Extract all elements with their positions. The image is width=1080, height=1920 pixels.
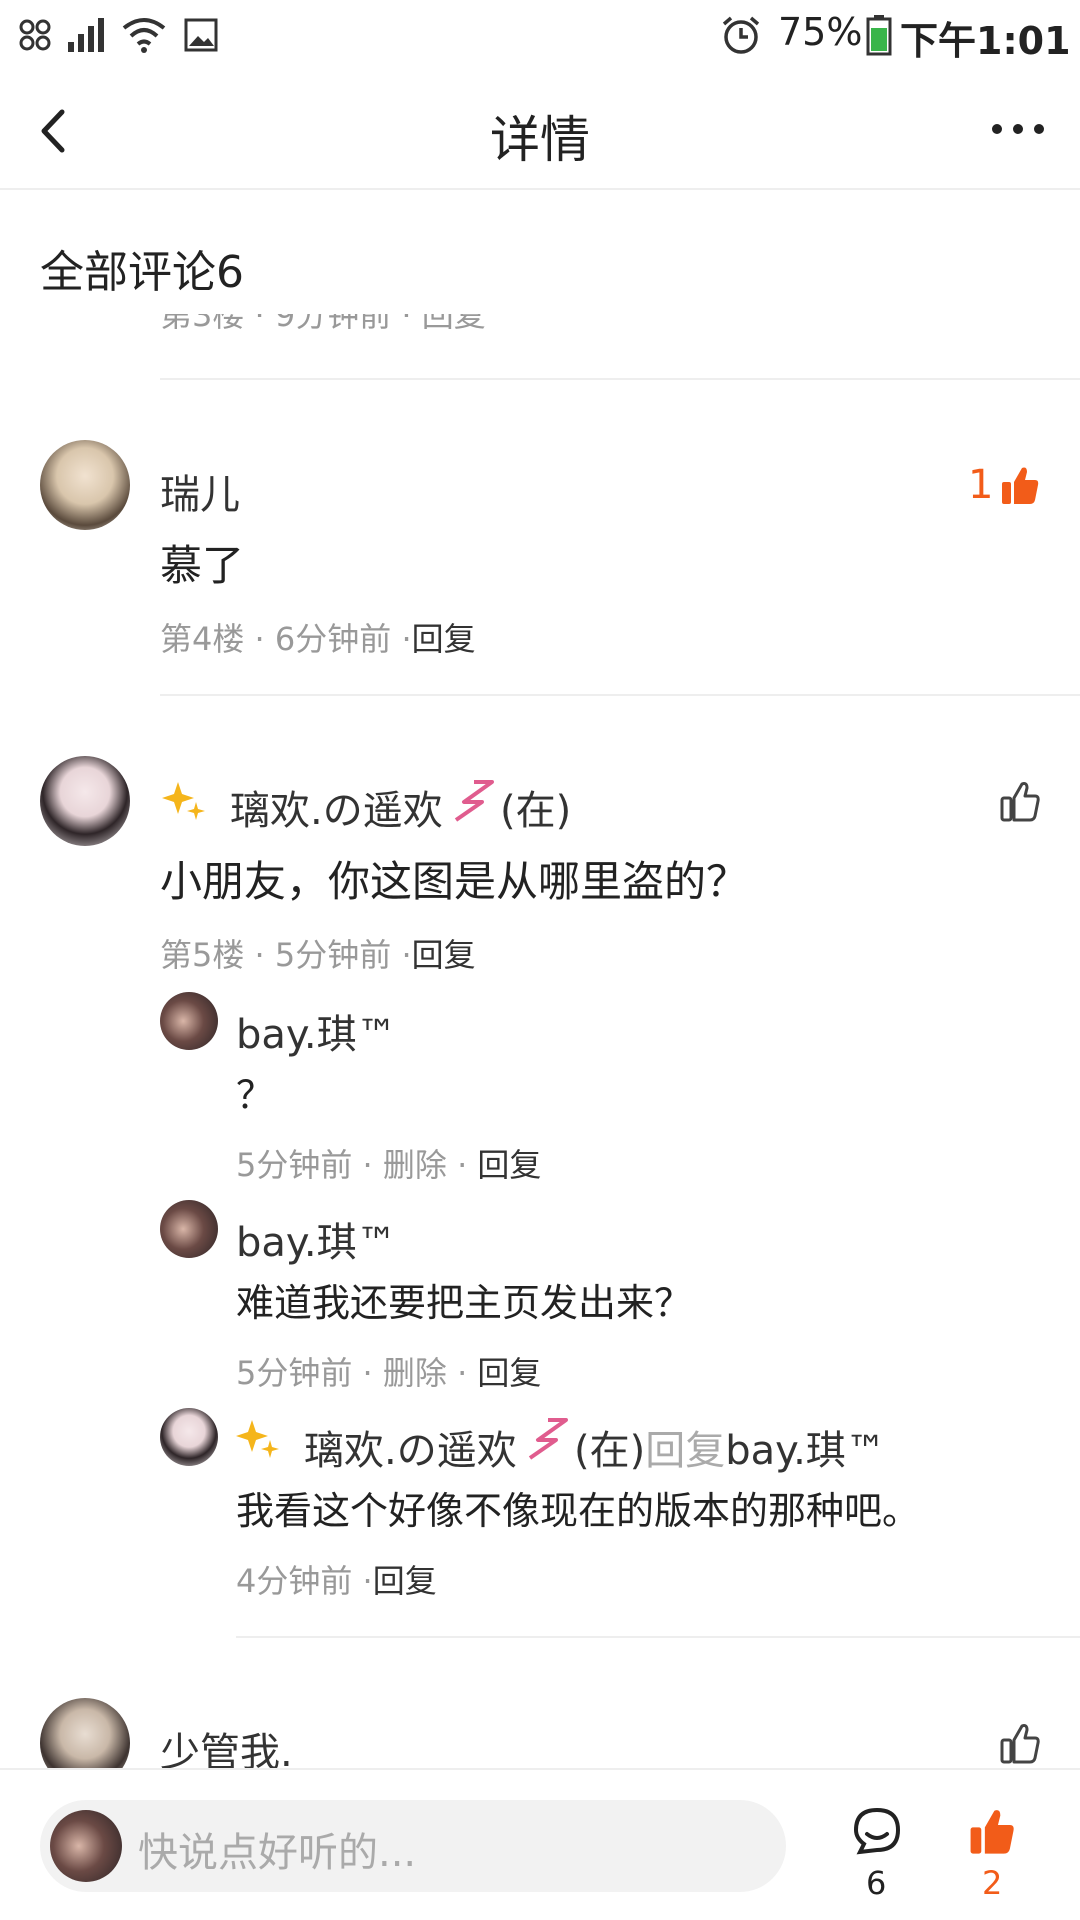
reply-username[interactable]: 璃欢.の遥欢	[304, 1418, 517, 1476]
thumbs-up-filled-icon[interactable]	[1000, 464, 1040, 506]
thumbs-up-filled-icon[interactable]	[968, 1806, 1016, 1856]
status-bar: 75% 下午1:01	[0, 0, 1080, 72]
reply-link[interactable]: 回复	[477, 1146, 541, 1184]
reply-to-line: (在)回复bay.琪™	[574, 1418, 886, 1476]
comment-input[interactable]: 快说点好听的...	[40, 1800, 786, 1892]
time-label: 6分钟前	[274, 620, 392, 658]
comment-username[interactable]: 瑞儿	[160, 462, 240, 520]
reply-text: ？	[236, 1073, 275, 1117]
reply-link[interactable]: 回复	[477, 1354, 541, 1392]
time-label: 5分钟前	[236, 1354, 353, 1392]
divider	[236, 1636, 1080, 1638]
reply-word: 回复	[645, 1428, 726, 1474]
page-title: 详情	[490, 111, 590, 169]
like-count: 2	[982, 1864, 1003, 1902]
more-options-icon[interactable]	[990, 122, 1046, 136]
reply-link[interactable]: 回复	[373, 1562, 437, 1600]
battery-icon	[866, 15, 892, 56]
comment-meta: 第4楼 · 6分钟前 ·回复	[160, 620, 476, 658]
delete-link[interactable]: 删除	[383, 1354, 447, 1392]
clock: 下午1:01	[900, 19, 1071, 63]
avatar[interactable]	[40, 440, 130, 530]
battery-percent: 75%	[778, 10, 863, 54]
reply-text: 难道我还要把主页发出来？	[236, 1281, 693, 1325]
like-count: 1	[968, 462, 994, 508]
avatar[interactable]	[40, 756, 130, 846]
reply-text: 我看这个好像不像现在的版本的那种吧。	[236, 1489, 921, 1533]
alarm-icon	[722, 16, 760, 54]
reply-meta: 5分钟前 · 删除 · 回复	[236, 1146, 542, 1184]
reply-username[interactable]: bay.琪™	[236, 1002, 397, 1060]
comment-count: 6	[866, 1864, 887, 1902]
floor-label: 第5楼	[160, 936, 245, 974]
time-label: 5分钟前	[236, 1146, 353, 1184]
sparkle-icon	[236, 1420, 279, 1458]
time-label: 4分钟前	[236, 1562, 353, 1600]
reply-username[interactable]: bay.琪™	[236, 1210, 397, 1268]
sparkle-icon	[162, 782, 205, 820]
comment-meta: 第5楼 · 5分钟前 ·回复	[160, 936, 476, 974]
avatar[interactable]	[160, 1200, 218, 1258]
top-navigation: 详情	[0, 72, 1080, 190]
comment-text: 小朋友，你这图是从哪里盗的？	[160, 857, 749, 906]
reply-link[interactable]: 回复	[412, 936, 476, 974]
comment-bubble-icon[interactable]	[852, 1806, 902, 1856]
reply-meta: 5分钟前 · 删除 · 回复	[236, 1354, 542, 1392]
delete-link[interactable]: 删除	[383, 1146, 447, 1184]
divider	[160, 694, 1080, 696]
user-status-suffix: (在)	[574, 1428, 646, 1474]
bottom-action-bar: 快说点好听的... 6 2	[0, 1768, 1080, 1920]
user-status-suffix: (在)	[500, 788, 572, 834]
network-logo-icon	[19, 19, 51, 51]
thumbs-up-outline-icon[interactable]	[1000, 780, 1040, 822]
floor-label: 第4楼	[160, 620, 245, 658]
reply-to-username[interactable]: bay.琪™	[725, 1428, 886, 1474]
avatar[interactable]	[160, 992, 218, 1050]
avatar[interactable]	[160, 1408, 218, 1466]
comments-count-title: 全部评论6	[40, 247, 244, 298]
signal-icon	[68, 18, 104, 52]
thumbs-up-outline-icon[interactable]	[1000, 1722, 1040, 1764]
reply-link[interactable]: 回复	[412, 620, 476, 658]
truncated-previous-meta: 第3楼 · 9分钟前 · 回复	[160, 314, 486, 334]
image-icon	[184, 18, 218, 52]
comment-text: 慕了	[160, 541, 245, 590]
sleep-zzz-icon	[528, 1418, 568, 1460]
comment-username[interactable]: 璃欢.の遥欢	[230, 778, 443, 836]
sleep-zzz-icon	[454, 780, 494, 822]
wifi-icon	[122, 18, 166, 53]
reply-meta: 4分钟前 ·回复	[236, 1562, 437, 1600]
comment-input-placeholder: 快说点好听的...	[138, 1830, 417, 1876]
divider	[160, 378, 1080, 380]
time-label: 5分钟前	[274, 936, 392, 974]
avatar	[50, 1810, 122, 1882]
